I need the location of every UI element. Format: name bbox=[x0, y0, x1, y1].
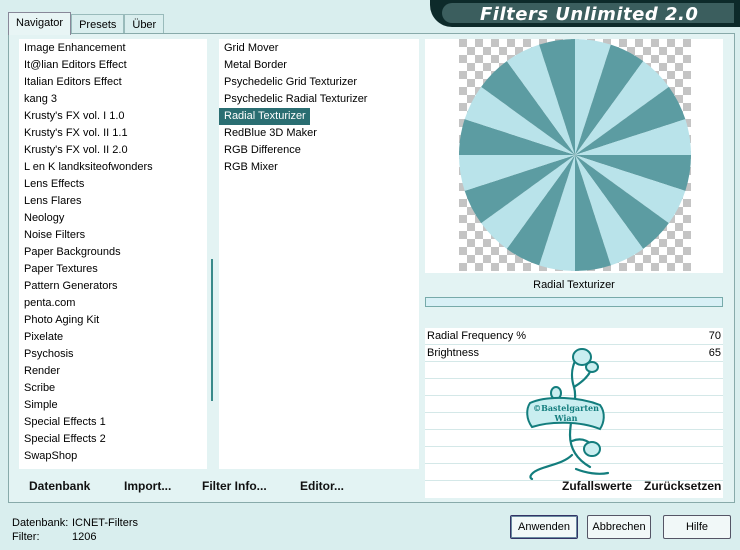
category-item[interactable]: Photo Aging Kit bbox=[19, 312, 207, 329]
filter-item[interactable]: Psychedelic Grid Texturizer bbox=[219, 74, 419, 91]
tab-navigator[interactable]: Navigator bbox=[8, 12, 72, 35]
category-item[interactable]: L en K landksiteofwonders bbox=[19, 159, 207, 176]
filter-item[interactable]: Grid Mover bbox=[219, 40, 419, 57]
datenbank-button[interactable]: Datenbank bbox=[29, 479, 90, 493]
filter-item[interactable]: RGB Difference bbox=[219, 142, 419, 159]
category-list[interactable]: Image Enhancement It@lian Editors Effect I… bbox=[19, 39, 207, 469]
help-button[interactable]: Hilfe bbox=[663, 515, 731, 539]
category-item[interactable]: Lens Effects bbox=[19, 176, 207, 193]
category-item[interactable]: Pixelate bbox=[19, 329, 207, 346]
filter-item[interactable]: Metal Border bbox=[219, 57, 419, 74]
tab-presets[interactable]: Presets bbox=[71, 14, 125, 35]
param-label: Radial Frequency % bbox=[427, 330, 527, 342]
preview-image bbox=[459, 39, 691, 271]
category-item[interactable]: Special Effects 2 bbox=[19, 431, 207, 448]
category-item[interactable]: Image Enhancement bbox=[19, 40, 207, 57]
category-item[interactable]: Pattern Generators bbox=[19, 278, 207, 295]
filter-list[interactable]: Grid Mover Metal Border Psychedelic Grid T… bbox=[219, 39, 419, 469]
selected-filter-name: Radial Texturizer bbox=[425, 274, 723, 296]
tab-ueber[interactable]: Über bbox=[124, 14, 165, 35]
tab-bar: Navigator Presets Über bbox=[8, 12, 165, 35]
category-item[interactable]: Lens Flares bbox=[19, 193, 207, 210]
status-info: Datenbank: ICNET-Filters Filter: 1206 bbox=[12, 516, 138, 544]
apply-button[interactable]: Anwenden bbox=[510, 515, 578, 539]
category-item[interactable]: Scribe bbox=[19, 380, 207, 397]
import-button[interactable]: Import... bbox=[124, 479, 171, 493]
zufallswerte-button[interactable]: Zufallswerte bbox=[562, 479, 632, 493]
filter-count-value: 1206 bbox=[72, 531, 97, 543]
app-title: Filters Unlimited 2.0 bbox=[480, 4, 699, 25]
zuruecksetzen-button[interactable]: Zurücksetzen bbox=[644, 479, 721, 493]
category-item[interactable]: Psychosis bbox=[19, 346, 207, 363]
filter-item[interactable]: RGB Mixer bbox=[219, 159, 419, 176]
category-scrollbar[interactable] bbox=[207, 39, 217, 469]
category-item[interactable]: Paper Backgrounds bbox=[19, 244, 207, 261]
watermark-line1: ©Bastelgarten bbox=[533, 403, 599, 413]
navigator-panel: Image Enhancement It@lian Editors Effect I… bbox=[8, 33, 735, 503]
db-value: ICNET-Filters bbox=[72, 517, 138, 529]
scroll-thumb[interactable] bbox=[211, 259, 213, 401]
category-item[interactable]: Krusty's FX vol. I 1.0 bbox=[19, 108, 207, 125]
editor-button[interactable]: Editor... bbox=[300, 479, 344, 493]
category-item[interactable]: Paper Textures bbox=[19, 261, 207, 278]
progress-bar bbox=[425, 297, 723, 307]
category-item[interactable]: Krusty's FX vol. II 1.1 bbox=[19, 125, 207, 142]
filter-item-selected[interactable]: Radial Texturizer bbox=[219, 108, 310, 125]
param-value: 65 bbox=[708, 347, 721, 359]
cancel-button[interactable]: Abbrechen bbox=[587, 515, 651, 539]
category-item[interactable]: Render bbox=[19, 363, 207, 380]
category-item[interactable]: Noise Filters bbox=[19, 227, 207, 244]
db-label: Datenbank: bbox=[12, 517, 69, 529]
watermark-line2: Wian bbox=[554, 413, 578, 423]
category-item[interactable]: SwapShop bbox=[19, 448, 207, 465]
filter-count-label: Filter: bbox=[12, 531, 40, 543]
filter-item[interactable]: RedBlue 3D Maker bbox=[219, 125, 419, 142]
category-item[interactable]: penta.com bbox=[19, 295, 207, 312]
filter-info-button[interactable]: Filter Info... bbox=[202, 479, 267, 493]
category-item[interactable]: Neology bbox=[19, 210, 207, 227]
watermark-logo: ©Bastelgarten Wian bbox=[526, 348, 610, 480]
category-item[interactable]: Simple bbox=[19, 397, 207, 414]
category-item[interactable]: Special Effects 1 bbox=[19, 414, 207, 431]
category-item[interactable]: Italian Editors Effect bbox=[19, 74, 207, 91]
filter-item[interactable]: Psychedelic Radial Texturizer bbox=[219, 91, 419, 108]
category-item[interactable]: kang 3 bbox=[19, 91, 207, 108]
preview-area bbox=[425, 39, 723, 273]
param-radial-frequency[interactable]: Radial Frequency % 70 bbox=[425, 328, 723, 345]
param-value: 70 bbox=[708, 330, 721, 342]
category-item[interactable]: It@lian Editors Effect bbox=[19, 57, 207, 74]
category-item[interactable]: Krusty's FX vol. II 2.0 bbox=[19, 142, 207, 159]
action-bar: Datenbank Import... Filter Info... Edito… bbox=[8, 471, 735, 501]
